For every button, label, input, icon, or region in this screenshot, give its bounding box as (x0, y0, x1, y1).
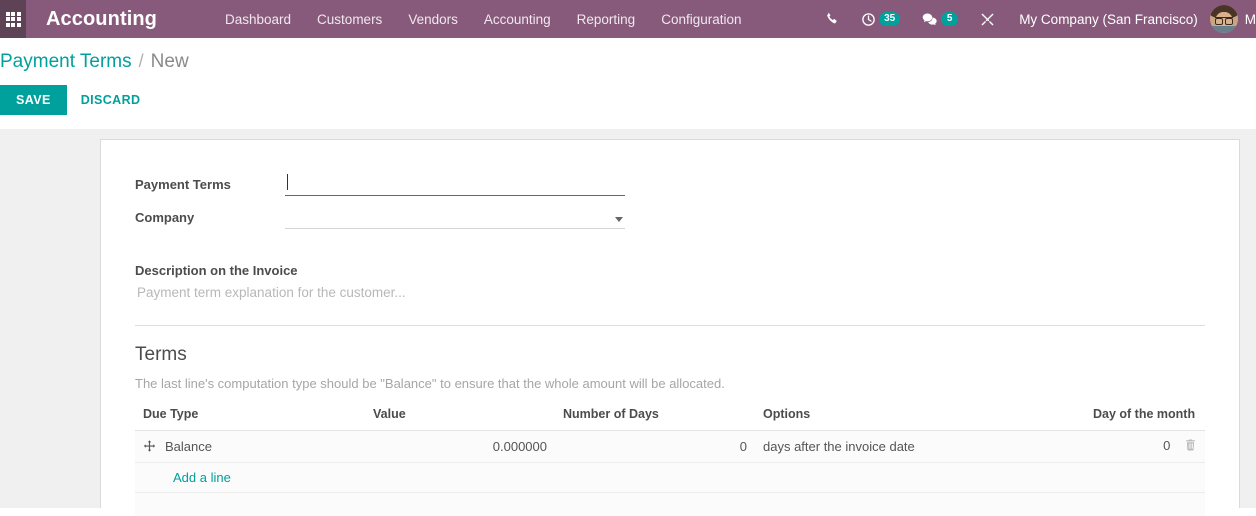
menu-item-reporting[interactable]: Reporting (564, 2, 649, 37)
column-header-number-of-days: Number of Days (555, 407, 755, 431)
column-header-value: Value (365, 407, 555, 431)
terms-table: Due Type Value Number of Days Options Da… (135, 407, 1205, 516)
cell-number-of-days[interactable]: 0 (555, 430, 755, 463)
company-switcher[interactable]: My Company (San Francisco) (1006, 12, 1208, 27)
breadcrumb-current: New (150, 51, 189, 72)
payment-terms-input-wrap (285, 174, 625, 196)
menu-item-configuration[interactable]: Configuration (648, 2, 754, 37)
apps-menu-button[interactable] (0, 0, 26, 38)
wrench-debug-icon[interactable] (969, 0, 1006, 38)
top-navbar: Accounting Dashboard Customers Vendors A… (0, 0, 1256, 38)
chevron-down-icon[interactable] (615, 217, 623, 222)
messages-count-badge: 5 (941, 11, 959, 27)
discard-button[interactable]: DISCARD (67, 85, 155, 115)
add-line-cell: Add a line (135, 462, 1205, 493)
payment-terms-input[interactable] (285, 174, 625, 196)
phone-icon[interactable] (814, 0, 850, 38)
cell-day-of-month[interactable]: 0 (1163, 438, 1170, 453)
user-menu-button[interactable]: M (1208, 5, 1256, 33)
apps-grid-icon (5, 11, 21, 27)
field-company: Company (135, 207, 1205, 229)
cell-due-type[interactable]: Balance (135, 430, 365, 463)
menu-item-vendors[interactable]: Vendors (395, 2, 471, 37)
menu-item-accounting[interactable]: Accounting (471, 2, 564, 37)
column-header-due-type: Due Type (135, 407, 365, 431)
drag-handle-icon[interactable] (143, 440, 156, 453)
column-header-day-of-month: Day of the month (1085, 407, 1205, 431)
menu-item-customers[interactable]: Customers (304, 2, 395, 37)
app-brand-title: Accounting (46, 7, 157, 30)
cell-due-type-text: Balance (165, 439, 212, 454)
form-sheet: Payment Terms Company Description on the… (100, 139, 1240, 516)
breadcrumb: Payment Terms / New (0, 51, 1256, 73)
activity-menu-button[interactable]: 35 (850, 0, 911, 38)
breadcrumb-root-link[interactable]: Payment Terms (0, 51, 132, 73)
terms-table-head: Due Type Value Number of Days Options Da… (135, 407, 1205, 431)
cell-options[interactable]: days after the invoice date (755, 430, 1085, 463)
column-header-options: Options (755, 407, 1085, 431)
terms-table-footer-cell (135, 492, 1205, 516)
user-name-label: M (1244, 11, 1256, 27)
cell-day-of-month-wrap: 0 (1085, 430, 1205, 463)
terms-section-title: Terms (135, 344, 187, 365)
content-area: Payment Terms Company Description on the… (0, 129, 1256, 516)
terms-table-body: Balance 0.000000 0 days after the invoic… (135, 430, 1205, 516)
company-input[interactable] (285, 207, 625, 229)
menu-item-dashboard[interactable]: Dashboard (212, 2, 304, 37)
description-input[interactable]: Payment term explanation for the custome… (135, 285, 1205, 300)
terms-section-hint: The last line's computation type should … (135, 376, 725, 391)
delete-row-icon[interactable] (1184, 438, 1197, 455)
add-a-line-button[interactable]: Add a line (143, 470, 231, 485)
main-menu: Dashboard Customers Vendors Accounting R… (212, 2, 755, 37)
cell-value[interactable]: 0.000000 (365, 430, 555, 463)
field-label-payment-terms: Payment Terms (135, 177, 231, 192)
terms-header-row: Due Type Value Number of Days Options Da… (135, 407, 1205, 431)
add-line-row: Add a line (135, 462, 1205, 493)
record-actions: SAVE DISCARD (0, 85, 1256, 129)
section-divider (135, 325, 1205, 326)
table-row[interactable]: Balance 0.000000 0 days after the invoic… (135, 430, 1205, 463)
avatar (1209, 5, 1238, 33)
save-button[interactable]: SAVE (0, 85, 67, 115)
activity-count-badge: 35 (879, 11, 901, 27)
field-label-company: Company (135, 210, 195, 225)
text-cursor (287, 174, 288, 190)
control-panel: Payment Terms / New SAVE DISCARD (0, 38, 1256, 129)
terms-table-footer-row (135, 492, 1205, 516)
navbar-right-tools: 35 5 My Company (San Francisco) M (814, 0, 1256, 38)
company-input-wrap (285, 207, 625, 229)
breadcrumb-separator: / (138, 51, 144, 71)
field-payment-terms: Payment Terms (135, 174, 1205, 196)
messaging-menu-button[interactable]: 5 (911, 0, 969, 38)
description-label: Description on the Invoice (135, 263, 298, 278)
